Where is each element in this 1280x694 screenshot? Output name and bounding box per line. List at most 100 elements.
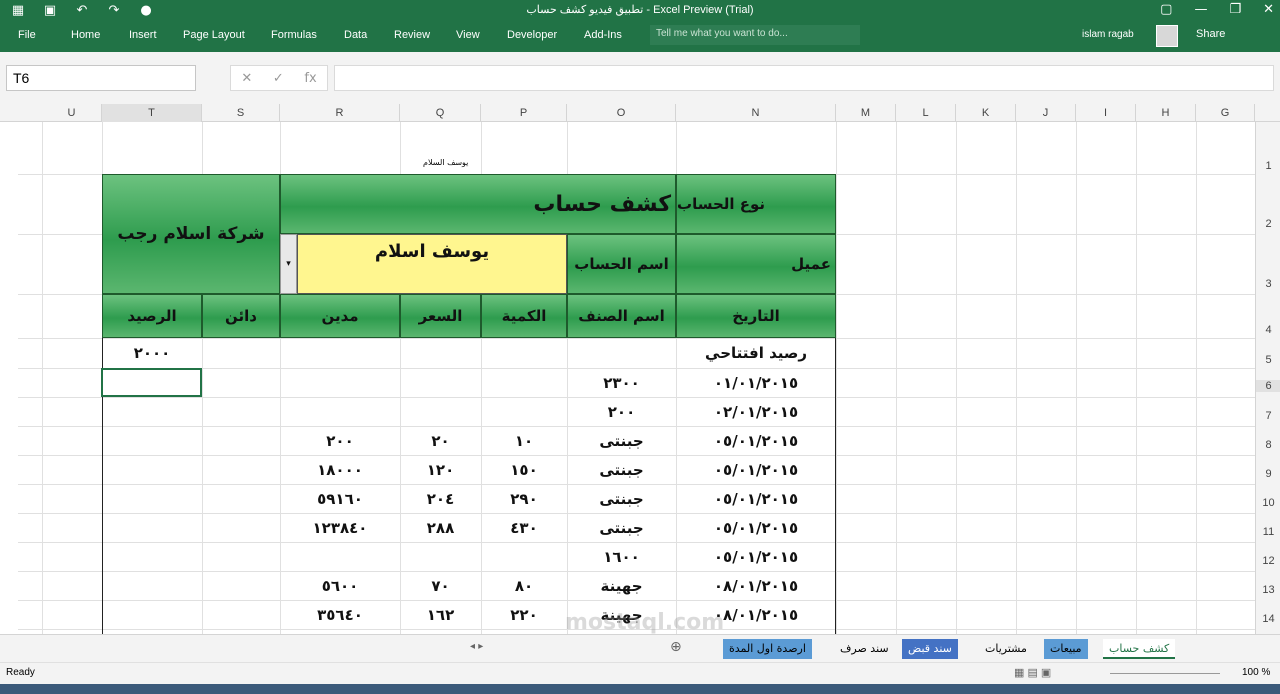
header-date[interactable]: التاريخ <box>676 294 836 338</box>
column-header[interactable]: U <box>42 104 102 122</box>
user-name[interactable]: islam ragab <box>1082 29 1134 40</box>
row-item[interactable]: جبنتى <box>567 484 676 513</box>
row-price[interactable]: ١٦٢ <box>400 600 481 629</box>
row-header[interactable]: 6 <box>1256 380 1280 392</box>
account-type-value[interactable]: عميل <box>676 234 836 294</box>
enter-icon[interactable]: ✓ <box>273 71 284 86</box>
header-price[interactable]: السعر <box>400 294 481 338</box>
tab-developer[interactable]: Developer <box>507 29 557 41</box>
row-price[interactable]: ١٢٠ <box>400 455 481 484</box>
row-debit[interactable]: ١٢٣٨٤٠ <box>280 513 400 542</box>
avatar[interactable] <box>1156 25 1178 47</box>
row-price[interactable]: ٢٨٨ <box>400 513 481 542</box>
row-header[interactable]: 13 <box>1256 584 1280 596</box>
row-date[interactable]: ٠٢/٠١/٢٠١٥ <box>676 397 836 426</box>
tab-add-ins[interactable]: Add-Ins <box>584 29 622 41</box>
row-item[interactable]: جهينة <box>567 571 676 600</box>
header-qty[interactable]: الكمية <box>481 294 567 338</box>
tab-payment-voucher[interactable]: سند صرف <box>834 639 895 659</box>
row-item[interactable]: ٢٣٠٠ <box>567 368 676 397</box>
row-qty[interactable]: ٨٠ <box>481 571 567 600</box>
row-header[interactable]: 1 <box>1256 160 1280 172</box>
account-name-label[interactable]: اسم الحساب <box>567 234 676 294</box>
tab-account-statement[interactable]: كشف حساب <box>1103 639 1176 659</box>
row-header[interactable]: 3 <box>1256 278 1280 290</box>
row-header[interactable]: 5 <box>1256 354 1280 366</box>
restore-icon[interactable]: ❐ <box>1229 2 1241 17</box>
column-header[interactable]: Q <box>400 104 481 122</box>
row-date[interactable]: ٠٥/٠١/٢٠١٥ <box>676 542 836 571</box>
minimize-icon[interactable]: — <box>1194 2 1207 17</box>
tab-sales[interactable]: مبيعات <box>1044 639 1088 659</box>
row-debit[interactable]: ١٨٠٠٠ <box>280 455 400 484</box>
row-qty[interactable]: ١٥٠ <box>481 455 567 484</box>
tab-review[interactable]: Review <box>394 29 430 41</box>
column-header[interactable]: R <box>280 104 400 122</box>
row-date[interactable]: ٠٥/٠١/٢٠١٥ <box>676 484 836 513</box>
row-header[interactable]: 8 <box>1256 439 1280 451</box>
column-header[interactable]: L <box>896 104 956 122</box>
row-header[interactable]: 4 <box>1256 324 1280 336</box>
row-date[interactable]: ٠١/٠١/٢٠١٥ <box>676 368 836 397</box>
row-price[interactable]: ٢٠ <box>400 426 481 455</box>
add-sheet-icon[interactable]: ⊕ <box>670 639 682 655</box>
header-item[interactable]: اسم الصنف <box>567 294 676 338</box>
column-header[interactable]: O <box>567 104 676 122</box>
row-qty[interactable]: ٢٩٠ <box>481 484 567 513</box>
tab-purchases[interactable]: مشتريات <box>979 639 1033 659</box>
column-header[interactable]: T <box>102 104 202 122</box>
row-item[interactable]: جبنتى <box>567 426 676 455</box>
tab-home[interactable]: Home <box>71 29 100 41</box>
opening-balance[interactable]: ٢٠٠٠ <box>102 338 202 368</box>
tab-opening-balances[interactable]: ارصدة اول المدة <box>723 639 812 659</box>
selected-cell[interactable] <box>101 368 202 397</box>
column-header[interactable]: G <box>1196 104 1255 122</box>
column-header[interactable]: N <box>676 104 836 122</box>
row-qty[interactable]: ١٠ <box>481 426 567 455</box>
opening-label[interactable]: رصيد افتتاحي <box>676 338 836 368</box>
tab-view[interactable]: View <box>456 29 480 41</box>
column-header[interactable]: I <box>1076 104 1136 122</box>
row-item[interactable]: ١٦٠٠ <box>567 542 676 571</box>
column-header[interactable]: P <box>481 104 567 122</box>
name-box[interactable]: T6 <box>6 65 196 91</box>
worksheet-grid[interactable]: يوسف السلام نوع الحساب كشف حساب شركة اسل… <box>18 122 1255 634</box>
scroll-left-icon[interactable]: ◂ ▸ <box>470 641 483 652</box>
row-item[interactable]: ٢٠٠ <box>567 397 676 426</box>
account-type-label[interactable]: نوع الحساب <box>676 174 836 234</box>
row-header[interactable]: 2 <box>1256 218 1280 230</box>
cancel-icon[interactable]: ✕ <box>241 71 252 86</box>
row-header[interactable]: 10 <box>1256 497 1280 509</box>
row-date[interactable]: ٠٥/٠١/٢٠١٥ <box>676 426 836 455</box>
row-item[interactable]: جبنتى <box>567 455 676 484</box>
company-name[interactable]: شركة اسلام رجب <box>102 174 280 294</box>
dropdown-arrow-icon[interactable]: ▾ <box>280 234 297 294</box>
column-header[interactable]: S <box>202 104 280 122</box>
tab-page-layout[interactable]: Page Layout <box>183 29 245 41</box>
row-debit[interactable]: ٥٦٠٠ <box>280 571 400 600</box>
tab-file[interactable]: File <box>18 29 36 41</box>
statement-title[interactable]: كشف حساب <box>280 174 676 234</box>
header-credit[interactable]: دائن <box>202 294 280 338</box>
row-header[interactable]: 11 <box>1256 526 1280 538</box>
zoom-slider[interactable] <box>1110 673 1220 674</box>
row-price[interactable]: ٧٠ <box>400 571 481 600</box>
column-header[interactable]: J <box>1016 104 1076 122</box>
row-price[interactable]: ٢٠٤ <box>400 484 481 513</box>
row-date[interactable]: ٠٨/٠١/٢٠١٥ <box>676 571 836 600</box>
row-header[interactable]: 12 <box>1256 555 1280 567</box>
row-qty[interactable]: ٢٢٠ <box>481 600 567 629</box>
row-header[interactable]: 14 <box>1256 613 1280 625</box>
close-icon[interactable]: ✕ <box>1263 2 1274 17</box>
zoom-level[interactable]: 100 % <box>1242 667 1270 678</box>
row-item[interactable]: جبنتى <box>567 513 676 542</box>
tell-me-input[interactable]: Tell me what you want to do... <box>650 25 860 45</box>
tab-insert[interactable]: Insert <box>129 29 157 41</box>
row-date[interactable]: ٠٥/٠١/٢٠١٥ <box>676 513 836 542</box>
insert-function-icon[interactable]: fx <box>304 71 316 86</box>
header-balance[interactable]: الرصيد <box>102 294 202 338</box>
row-debit[interactable]: ٥٩١٦٠ <box>280 484 400 513</box>
ribbon-display-icon[interactable]: ▢ <box>1160 2 1172 17</box>
tab-formulas[interactable]: Formulas <box>271 29 317 41</box>
header-debit[interactable]: مدين <box>280 294 400 338</box>
